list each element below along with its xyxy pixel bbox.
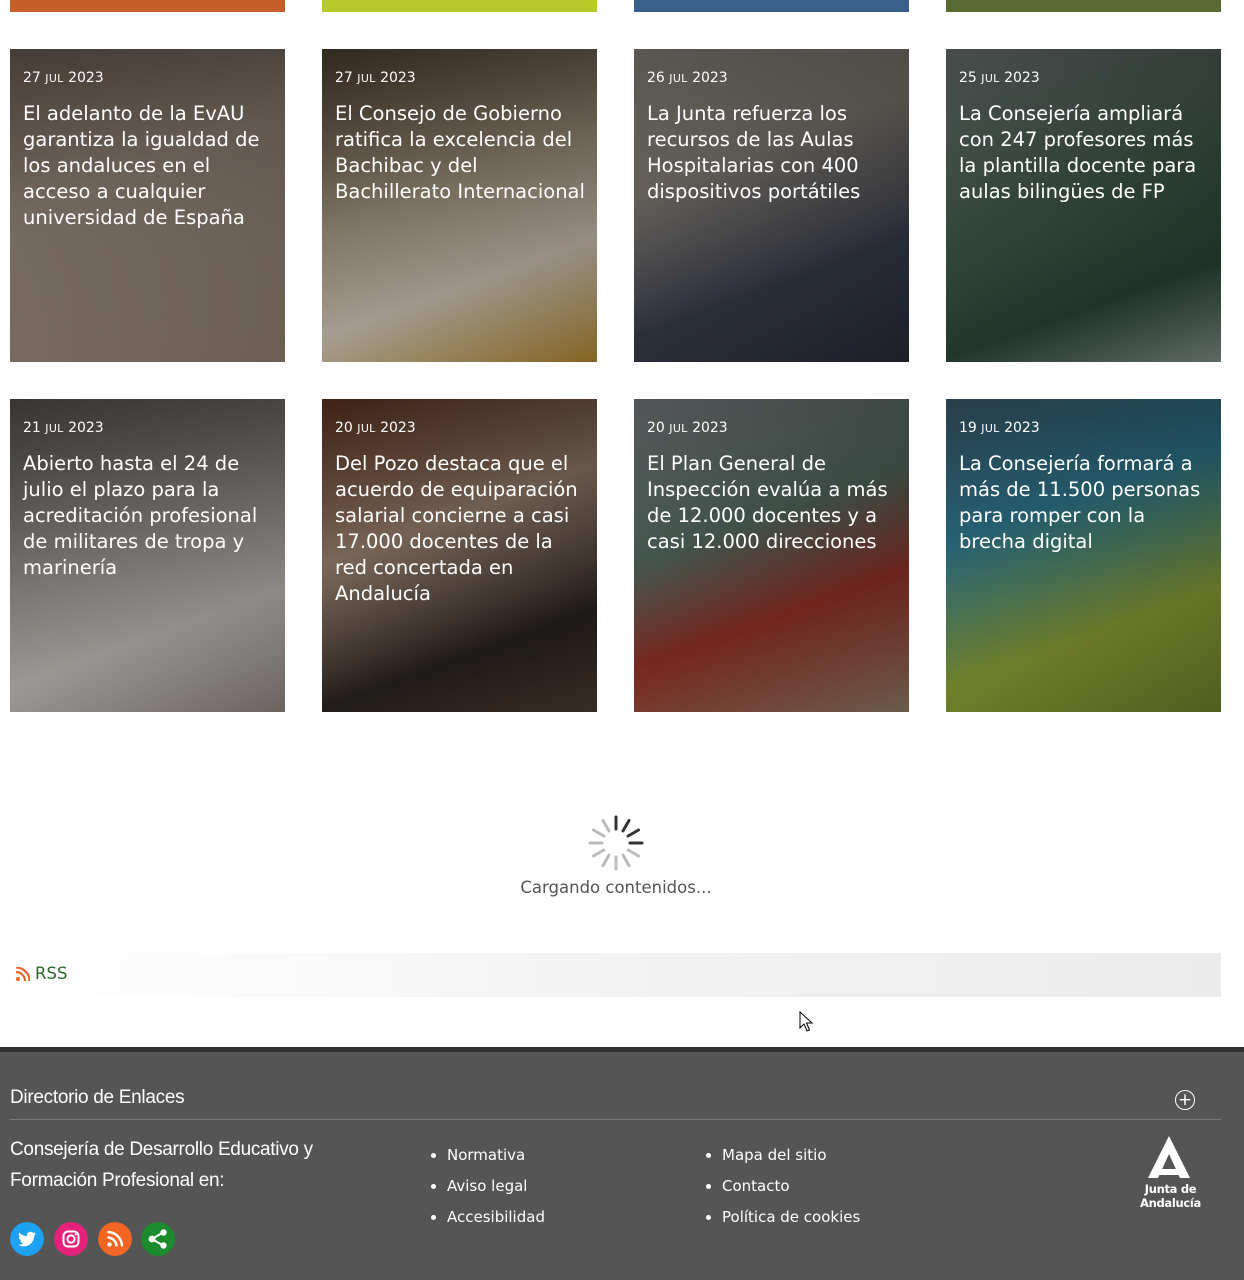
footer-link-cookies[interactable]: Política de cookies [722, 1202, 860, 1233]
news-card-overlay [634, 399, 909, 712]
news-date: 27 jul 2023 [23, 70, 104, 86]
news-date: 27 jul 2023 [335, 70, 416, 86]
news-title[interactable]: El Plan General de Inspección evalúa a m… [647, 451, 899, 555]
loading-spinner-icon [588, 815, 644, 871]
news-title[interactable]: La Consejería ampliará con 247 profesore… [959, 101, 1211, 205]
directory-title[interactable]: Directorio de Enlaces [10, 1087, 185, 1109]
twitter-icon[interactable] [10, 1222, 44, 1256]
news-date: 20 jul 2023 [647, 420, 728, 436]
news-card[interactable]: 19 jul 2023 La Consejería formará a más … [946, 399, 1221, 712]
consejeria-text: Consejería de Desarrollo Educativo y For… [10, 1139, 313, 1191]
news-card[interactable]: 26 jul 2023 La Junta refuerza los recurs… [634, 49, 909, 362]
rss-bar: RSS [10, 953, 1221, 997]
divider [10, 1119, 1221, 1120]
footer-links-col1: Normativa Aviso legal Accesibilidad [429, 1140, 545, 1233]
news-card-overlay [946, 49, 1221, 362]
news-date: 19 jul 2023 [959, 420, 1040, 436]
news-card[interactable]: 25 jul 2023 La Consejería ampliará con 2… [946, 49, 1221, 362]
news-card-partial[interactable] [322, 0, 597, 12]
news-card[interactable]: 27 jul 2023 El adelanto de la EvAU garan… [10, 49, 285, 362]
footer-link-normativa[interactable]: Normativa [447, 1140, 545, 1171]
footer-link-accesibilidad[interactable]: Accesibilidad [447, 1202, 545, 1233]
rss-icon [16, 967, 30, 981]
rss-feed-icon[interactable] [98, 1222, 132, 1256]
instagram-icon[interactable] [54, 1222, 88, 1256]
logo-text: Junta de Andalucía [1139, 1182, 1202, 1210]
site-footer: Directorio de Enlaces + Consejería de De… [0, 1047, 1244, 1280]
footer-link-mapa-sitio[interactable]: Mapa del sitio [722, 1140, 860, 1171]
news-card-overlay [946, 399, 1221, 712]
rss-link[interactable]: RSS [35, 964, 67, 983]
news-card-partial[interactable] [634, 0, 909, 12]
share-icon[interactable] [141, 1222, 175, 1256]
news-title[interactable]: Abierto hasta el 24 de julio el plazo pa… [23, 451, 275, 581]
mouse-cursor-icon [799, 1011, 813, 1032]
news-card-overlay [634, 49, 909, 362]
footer-links-col2: Mapa del sitio Contacto Política de cook… [704, 1140, 860, 1233]
news-date: 21 jul 2023 [23, 420, 104, 436]
news-card[interactable]: 20 jul 2023 Del Pozo destaca que el acue… [322, 399, 597, 712]
plus-circle-icon[interactable]: + [1175, 1090, 1195, 1110]
news-title[interactable]: La Consejería formará a más de 11.500 pe… [959, 451, 1211, 555]
news-card[interactable]: 21 jul 2023 Abierto hasta el 24 de julio… [10, 399, 285, 712]
news-card-overlay [322, 49, 597, 362]
news-date: 20 jul 2023 [335, 420, 416, 436]
news-card[interactable]: 20 jul 2023 El Plan General de Inspecció… [634, 399, 909, 712]
news-card[interactable]: 27 jul 2023 El Consejo de Gobierno ratif… [322, 49, 597, 362]
loading-text: Cargando contenidos... [520, 878, 712, 897]
news-card-partial[interactable] [946, 0, 1221, 12]
news-date: 26 jul 2023 [647, 70, 728, 86]
news-title[interactable]: El Consejo de Gobierno ratifica la excel… [335, 101, 587, 205]
footer-link-contacto[interactable]: Contacto [722, 1171, 860, 1202]
news-title[interactable]: El adelanto de la EvAU garantiza la igua… [23, 101, 275, 231]
news-title[interactable]: Del Pozo destaca que el acuerdo de equip… [335, 451, 587, 607]
news-title[interactable]: La Junta refuerza los recursos de las Au… [647, 101, 899, 205]
news-date: 25 jul 2023 [959, 70, 1040, 86]
news-card-partial[interactable] [10, 0, 285, 12]
footer-link-aviso-legal[interactable]: Aviso legal [447, 1171, 545, 1202]
